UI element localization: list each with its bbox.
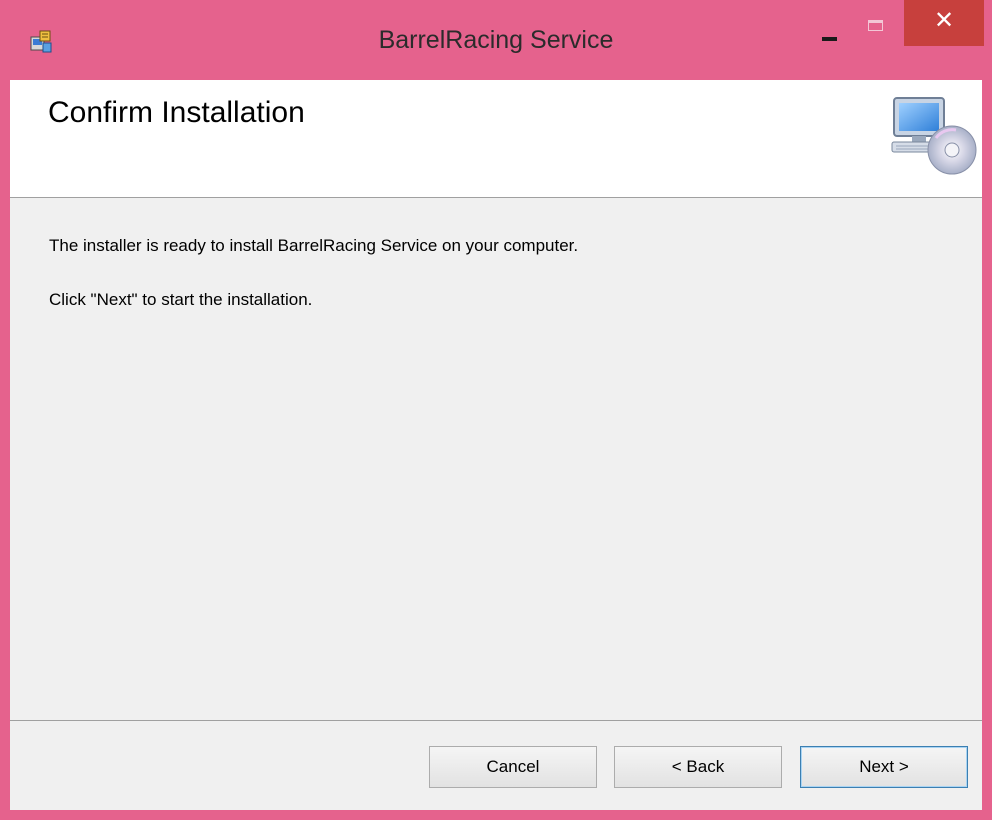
- next-button[interactable]: Next >: [800, 746, 968, 788]
- close-icon: ✕: [933, 6, 955, 34]
- close-button[interactable]: ✕: [904, 0, 984, 46]
- instruction-message: Click "Next" to start the installation.: [49, 290, 313, 309]
- cancel-button[interactable]: Cancel: [429, 746, 597, 788]
- computer-with-cd-icon: [886, 94, 980, 180]
- page-title: Confirm Installation: [48, 96, 305, 129]
- minimize-icon: [822, 37, 837, 41]
- title-bar[interactable]: BarrelRacing Service ✕: [0, 0, 992, 80]
- installer-window: BarrelRacing Service ✕ Confirm Installat…: [0, 0, 992, 820]
- back-button[interactable]: < Back: [614, 746, 782, 788]
- maximize-button[interactable]: [860, 8, 900, 46]
- content-area: The installer is ready to install Barrel…: [10, 198, 982, 720]
- minimize-button[interactable]: [810, 8, 850, 46]
- maximize-icon: [868, 20, 883, 31]
- ready-message: The installer is ready to install Barrel…: [49, 236, 579, 255]
- button-bar: Cancel < Back Next >: [10, 720, 982, 810]
- header-banner: Confirm Installation: [10, 80, 982, 198]
